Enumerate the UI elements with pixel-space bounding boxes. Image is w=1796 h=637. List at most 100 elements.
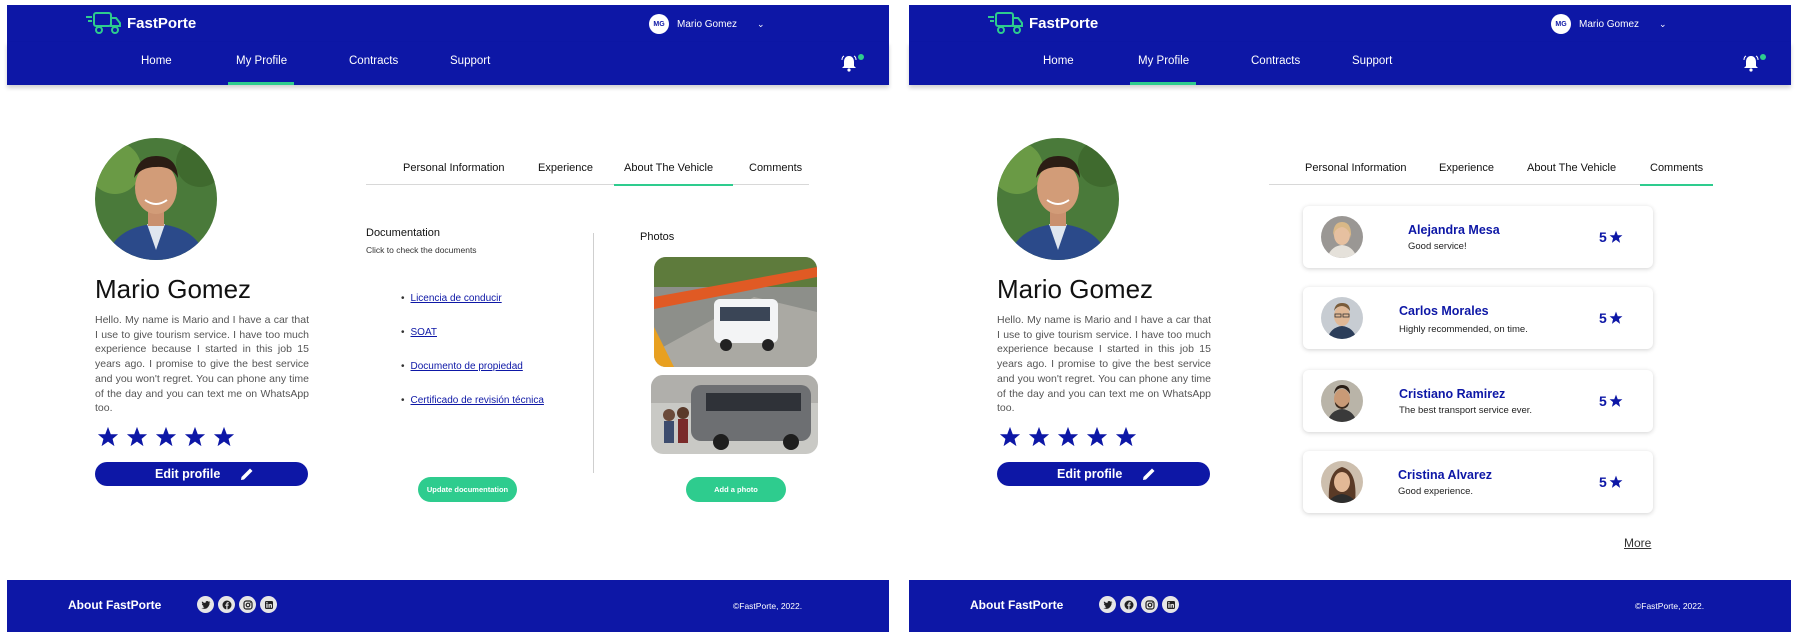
nav-support[interactable]: Support (1352, 55, 1392, 67)
brand-name: FastPorte (1029, 14, 1099, 32)
profile-tabs: Personal Information Experience About Th… (366, 152, 809, 186)
reviewer-name: Cristiano Ramirez (1399, 387, 1506, 401)
more-comments-link[interactable]: More (1624, 536, 1651, 550)
user-menu[interactable]: MG Mario Gomez ⌄ (1551, 14, 1667, 34)
comment-score: 5 (1599, 229, 1623, 245)
document-link[interactable]: • SOAT (401, 327, 437, 338)
tab-about-the-vehicle[interactable]: About The Vehicle (1527, 162, 1616, 174)
tab-experience[interactable]: Experience (1439, 162, 1494, 174)
nav-support[interactable]: Support (450, 55, 490, 67)
bell-icon[interactable] (1742, 54, 1760, 72)
brand-logo[interactable]: FastPorte (987, 11, 1098, 35)
top-bar: FastPorte MG Mario Gomez ⌄ (7, 5, 889, 42)
linkedin-icon[interactable] (1162, 596, 1179, 613)
profile-tabs: Personal Information Experience About Th… (1269, 152, 1713, 186)
divider (593, 233, 594, 473)
comment-score: 5 (1599, 310, 1623, 326)
star-icon (155, 426, 177, 447)
tab-experience[interactable]: Experience (538, 162, 593, 174)
profile-name: Mario Gomez (95, 274, 252, 304)
reviewer-avatar (1321, 297, 1363, 339)
notification-dot (1760, 54, 1766, 60)
edit-profile-button[interactable]: Edit profile (997, 462, 1210, 486)
facebook-icon[interactable] (218, 596, 235, 613)
reviewer-avatar (1321, 461, 1363, 503)
brand-name: FastPorte (127, 14, 197, 32)
active-tab-indicator (614, 184, 733, 186)
active-tab-indicator (1640, 184, 1713, 186)
document-link[interactable]: • Certificado de revisión técnica (401, 395, 544, 406)
add-photo-button[interactable]: Add a photo (686, 477, 786, 502)
profile-bio: Hello. My name is Mario and I have a car… (997, 314, 1211, 415)
tab-comments[interactable]: Comments (1650, 162, 1703, 174)
document-link[interactable]: • Documento de propiedad (401, 361, 523, 372)
vehicle-photo[interactable] (651, 375, 818, 454)
star-icon (1609, 475, 1623, 488)
user-avatar: MG (649, 14, 669, 34)
notification-dot (858, 54, 864, 60)
nav-my-profile[interactable]: My Profile (236, 55, 287, 67)
comment-card: Cristina Alvarez Good experience. 5 (1303, 451, 1653, 513)
documentation-subtitle: Click to check the documents (366, 245, 477, 255)
bell-icon[interactable] (840, 54, 858, 72)
update-documentation-button[interactable]: Update documentation (418, 477, 517, 502)
star-icon (1057, 426, 1079, 447)
tab-about-the-vehicle[interactable]: About The Vehicle (624, 162, 713, 174)
profile-comments-screen: FastPorte MG Mario Gomez ⌄ Home My Profi… (909, 0, 1791, 637)
pencil-icon (1143, 468, 1155, 480)
social-links (197, 596, 277, 613)
nav-home[interactable]: Home (141, 55, 172, 67)
star-icon (1609, 311, 1623, 324)
facebook-icon[interactable] (1120, 596, 1137, 613)
user-avatar: MG (1551, 14, 1571, 34)
chevron-down-icon[interactable]: ⌄ (1659, 19, 1667, 30)
profile-vehicle-screen: FastPorte MG Mario Gomez ⌄ Home My Profi… (7, 0, 889, 637)
star-icon (1609, 394, 1623, 407)
star-icon (126, 426, 148, 447)
user-menu[interactable]: MG Mario Gomez ⌄ (649, 14, 765, 34)
profile-photo (95, 138, 217, 260)
star-icon (1028, 426, 1050, 447)
nav-contracts[interactable]: Contracts (349, 55, 398, 67)
top-bar: FastPorte MG Mario Gomez ⌄ (909, 5, 1791, 42)
nav-home[interactable]: Home (1043, 55, 1074, 67)
comment-card: Carlos Morales Highly recommended, on ti… (1303, 287, 1653, 349)
reviewer-name: Alejandra Mesa (1408, 223, 1500, 237)
nav-my-profile[interactable]: My Profile (1138, 55, 1189, 67)
vehicle-photo[interactable] (654, 257, 817, 367)
chevron-down-icon[interactable]: ⌄ (757, 19, 765, 30)
comment-text: Good service! (1408, 241, 1467, 252)
main-nav: Home My Profile Contracts Support (7, 42, 889, 85)
star-icon (184, 426, 206, 447)
tab-personal-information[interactable]: Personal Information (1305, 162, 1407, 174)
footer: About FastPorte ©FastPorte, 2022. (7, 580, 889, 632)
star-icon (1609, 230, 1623, 243)
star-icon (1086, 426, 1108, 447)
footer-about-link[interactable]: About FastPorte (970, 598, 1063, 612)
comment-score: 5 (1599, 474, 1623, 490)
profile-name: Mario Gomez (997, 274, 1154, 304)
brand-logo[interactable]: FastPorte (85, 11, 196, 35)
document-link[interactable]: • Licencia de conducir (401, 293, 502, 304)
reviewer-avatar (1321, 380, 1363, 422)
star-icon (213, 426, 235, 447)
copyright-text: ©FastPorte, 2022. (1635, 601, 1705, 611)
instagram-icon[interactable] (239, 596, 256, 613)
footer-about-link[interactable]: About FastPorte (68, 598, 161, 612)
profile-bio: Hello. My name is Mario and I have a car… (95, 314, 309, 415)
main-nav: Home My Profile Contracts Support (909, 42, 1791, 85)
comment-text: The best transport service ever. (1399, 405, 1533, 416)
twitter-icon[interactable] (1099, 596, 1116, 613)
user-name: Mario Gomez (1579, 18, 1640, 30)
nav-contracts[interactable]: Contracts (1251, 55, 1300, 67)
nav-active-indicator (228, 82, 294, 85)
edit-profile-button[interactable]: Edit profile (95, 462, 308, 486)
photos-title: Photos (640, 231, 675, 243)
tab-personal-information[interactable]: Personal Information (403, 162, 505, 174)
profile-photo (997, 138, 1119, 260)
tab-comments[interactable]: Comments (749, 162, 802, 174)
instagram-icon[interactable] (1141, 596, 1158, 613)
linkedin-icon[interactable] (260, 596, 277, 613)
documentation-title: Documentation (366, 227, 440, 239)
twitter-icon[interactable] (197, 596, 214, 613)
